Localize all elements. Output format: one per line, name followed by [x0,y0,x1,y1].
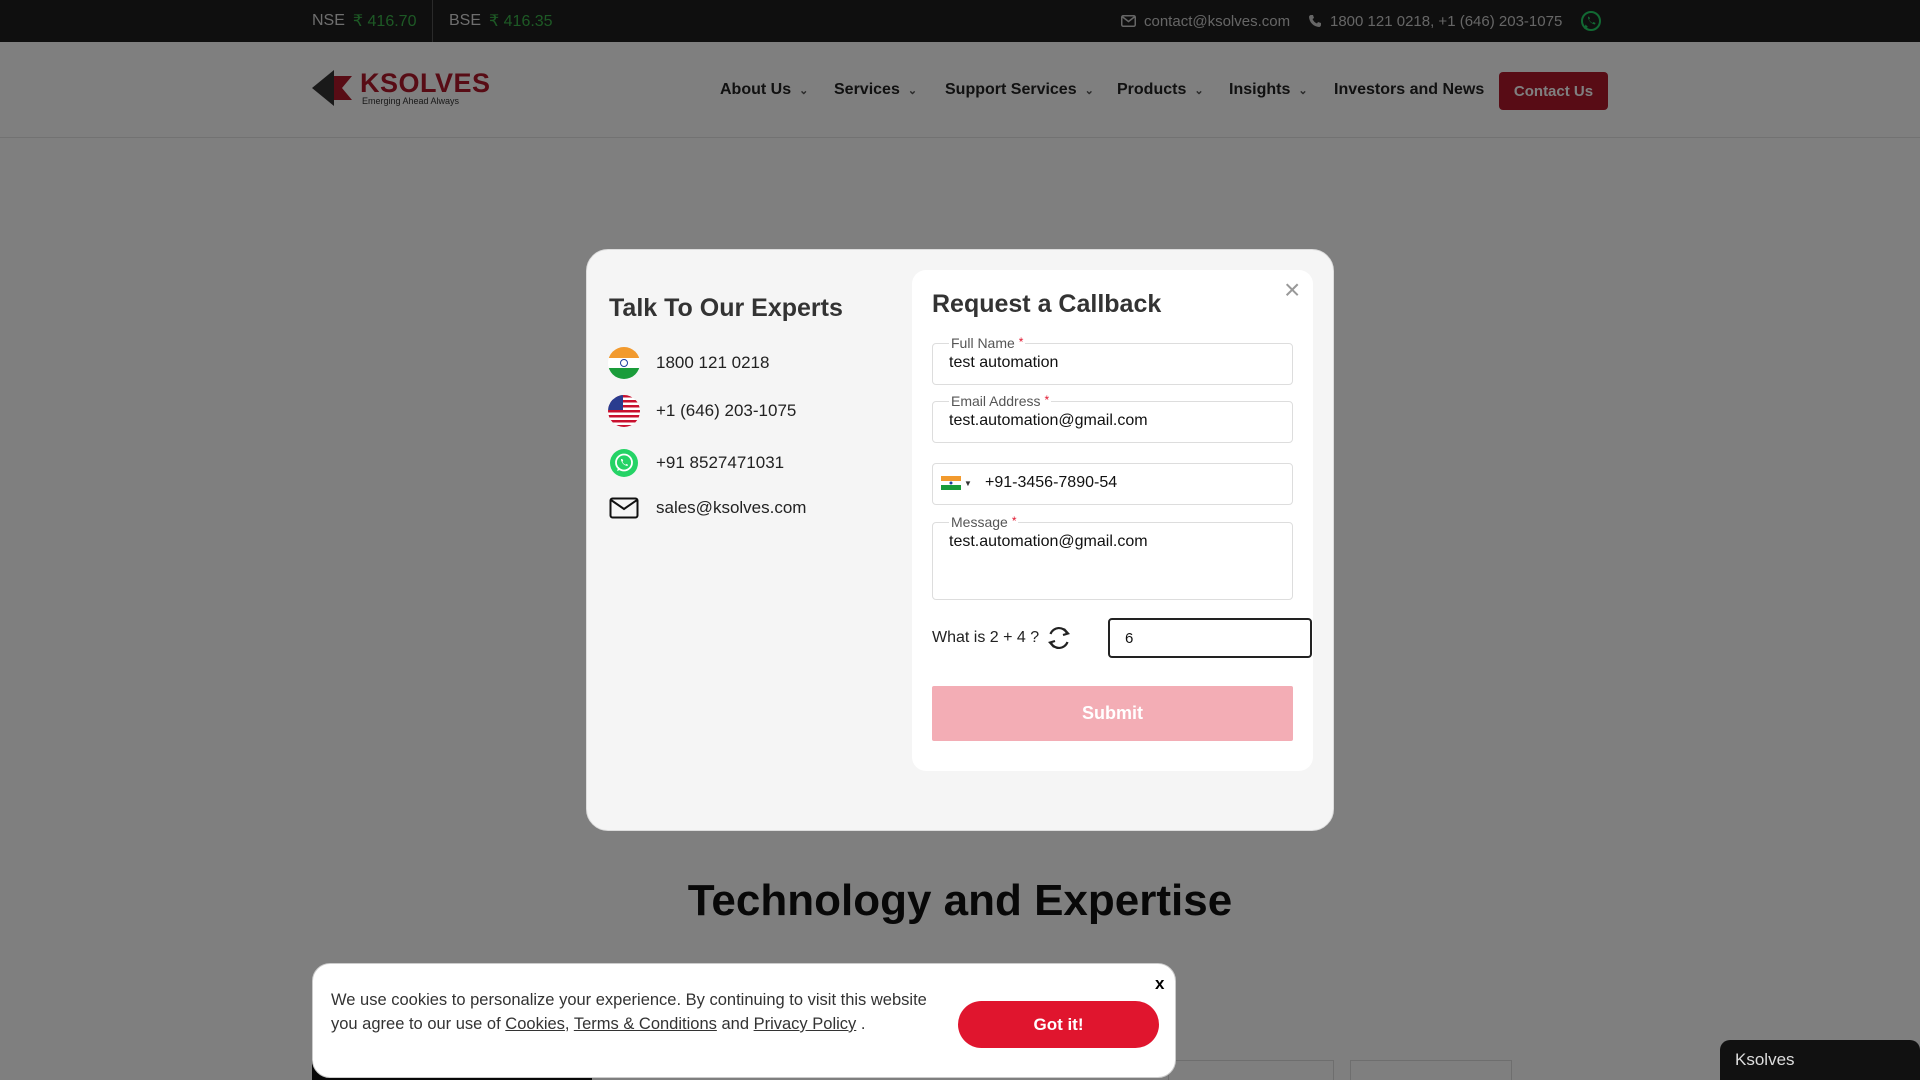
expert-us-phone[interactable]: +1 (646) 203-1075 [608,395,796,427]
chat-widget[interactable]: Ksolves [1720,1040,1920,1080]
required-mark: * [1018,335,1024,349]
message-value: test.automation@gmail.com [949,533,1148,550]
captcha-row: What is 2 + 4 ? 6 [932,618,1312,658]
india-flag-icon [941,476,961,490]
india-flag-icon [608,347,640,379]
captcha-input[interactable]: 6 [1108,618,1312,658]
email-field[interactable]: Email Address * test.automation@gmail.com [932,393,1293,443]
full-name-value: test automation [949,354,1059,371]
submit-button[interactable]: Submit [932,686,1293,741]
email-label: Email Address * [949,393,1052,409]
phone-field[interactable]: ▼ +91-3456-7890-54 [932,463,1293,505]
mail-icon [608,492,640,524]
cookie-text: We use cookies to personalize your exper… [331,991,927,1033]
callback-modal: Talk To Our Experts 1800 121 0218 +1 (64… [586,249,1334,831]
full-name-field[interactable]: Full Name * test automation [932,335,1293,385]
whatsapp-icon [608,447,640,479]
expert-text: +1 (646) 203-1075 [656,401,797,420]
expert-email[interactable]: sales@ksolves.com [608,492,806,524]
expert-text: 1800 121 0218 [656,353,770,372]
cookies-link[interactable]: Cookies [505,1015,565,1033]
required-mark: * [1011,514,1017,528]
refresh-icon[interactable] [1045,624,1073,652]
cookie-close-button[interactable]: x [1155,974,1164,994]
terms-link[interactable]: Terms & Conditions [574,1015,717,1033]
got-it-button[interactable]: Got it! [958,1001,1159,1048]
email-value: test.automation@gmail.com [949,412,1148,429]
callback-form: Request a Callback × Full Name * test aut… [912,270,1313,771]
expert-india-phone[interactable]: 1800 121 0218 [608,347,769,379]
country-code-select[interactable]: ▼ [941,476,972,490]
caret-down-icon: ▼ [964,478,972,488]
phone-value: +91-3456-7890-54 [985,474,1118,491]
form-title: Request a Callback [932,290,1162,318]
expert-text: +91 8527471031 [656,453,785,472]
experts-title: Talk To Our Experts [609,294,843,322]
cookie-banner: We use cookies to personalize your exper… [312,963,1176,1078]
expert-text: sales@ksolves.com [656,498,807,517]
message-field[interactable]: Message * test.automation@gmail.com [932,514,1293,600]
message-label: Message * [949,514,1019,530]
privacy-link[interactable]: Privacy Policy [754,1015,857,1033]
us-flag-icon [608,395,640,427]
full-name-label: Full Name * [949,335,1026,351]
captcha-question: What is 2 + 4 ? [932,629,1040,646]
required-mark: * [1044,393,1050,407]
expert-whatsapp[interactable]: +91 8527471031 [608,447,784,479]
close-icon[interactable]: × [1284,276,1300,304]
